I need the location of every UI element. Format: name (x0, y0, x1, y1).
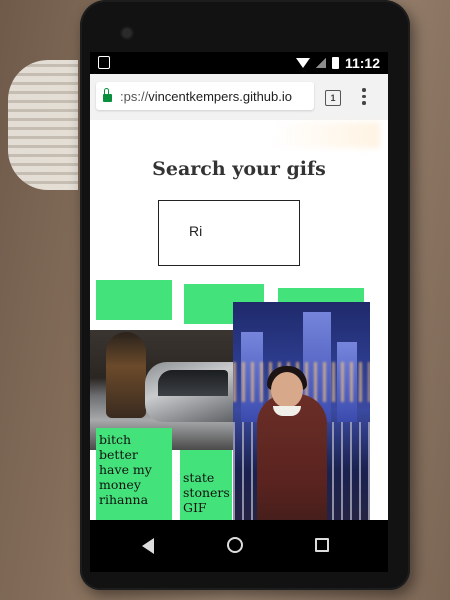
person-silhouette (106, 332, 146, 418)
gif-caption: bitch better have my money rihanna (99, 432, 152, 507)
home-icon[interactable] (227, 537, 243, 553)
signal-icon (315, 58, 326, 68)
phone-cord (8, 60, 78, 190)
page-content: Search your gifs Ri bitch better have my… (90, 120, 388, 542)
address-bar[interactable]: :ps://vincentkempers.github.io (96, 82, 314, 110)
phone-device: 11:12 :ps://vincentkempers.github.io 1 S… (80, 0, 410, 590)
wifi-icon (295, 58, 310, 68)
status-bar: 11:12 (90, 52, 388, 74)
tabs-button[interactable]: 1 (325, 90, 341, 106)
gif-tile-rihanna[interactable]: bitch better have my money rihanna (96, 428, 172, 520)
url-text: :ps://vincentkempers.github.io (120, 88, 292, 104)
front-camera (122, 28, 132, 38)
screen-glare (270, 122, 380, 148)
overflow-menu-icon[interactable] (362, 88, 366, 108)
search-input[interactable]: Ri (158, 200, 300, 266)
gif-tile[interactable] (96, 280, 172, 320)
page-title: Search your gifs (152, 158, 326, 180)
lock-icon (103, 88, 112, 102)
clock: 11:12 (344, 55, 380, 71)
recents-icon[interactable] (315, 538, 329, 552)
browser-toolbar: :ps://vincentkempers.github.io 1 (90, 74, 388, 121)
navigation-bar (90, 520, 388, 572)
battery-icon (331, 57, 339, 69)
notification-icon (98, 56, 110, 69)
back-icon[interactable] (142, 538, 154, 554)
gif-image-night-city[interactable] (233, 302, 370, 542)
gif-tile-stoners[interactable]: state stoners GIF (180, 450, 232, 520)
phone-screen: 11:12 :ps://vincentkempers.github.io 1 S… (90, 52, 388, 572)
gif-caption: state stoners GIF (183, 470, 230, 515)
car-window (158, 370, 228, 396)
